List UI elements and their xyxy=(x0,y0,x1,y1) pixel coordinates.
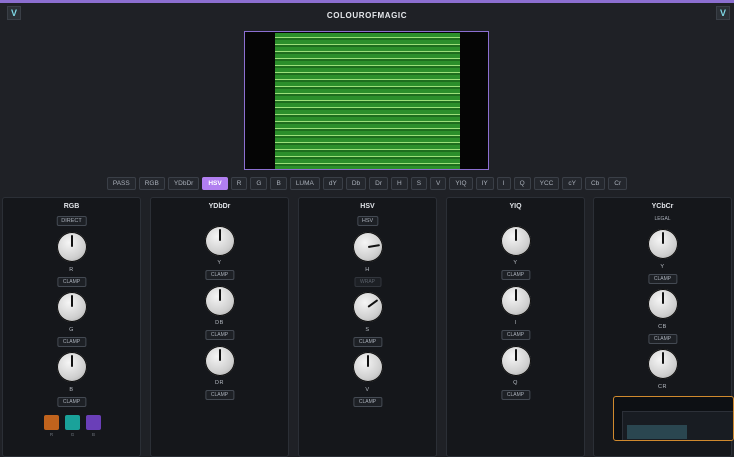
knob-label: H xyxy=(365,267,370,273)
ycbcr-range-label[interactable]: LEGAL xyxy=(594,216,731,222)
mode-button-dy[interactable]: dY xyxy=(322,177,343,190)
rgb-mode-button[interactable]: DIRECT xyxy=(56,216,87,226)
mode-button-pass[interactable]: PASS xyxy=(106,177,136,190)
knob-label: CR xyxy=(658,384,667,390)
mode-button-luma[interactable]: LUMA xyxy=(289,177,320,190)
mode-button-ydbdr[interactable]: YDbDr xyxy=(167,177,200,190)
panel-title: RGB xyxy=(63,203,80,210)
mode-button-v[interactable]: V xyxy=(430,177,447,190)
mode-button-yiq[interactable]: YIQ xyxy=(449,177,473,190)
mode-button-iy[interactable]: IY xyxy=(475,177,494,190)
mode-button-cb[interactable]: Cb xyxy=(584,177,606,190)
mode-button-i[interactable]: I xyxy=(496,177,511,190)
swatch-label: B xyxy=(91,432,95,437)
mode-button-dr[interactable]: Dr xyxy=(369,177,388,190)
window-top-accent xyxy=(0,0,734,3)
y-clamp-button[interactable]: CLAMP xyxy=(204,270,235,280)
panel-title: HSV xyxy=(360,203,375,210)
r-knob[interactable] xyxy=(56,232,87,262)
h-wrap-button[interactable]: WRAP xyxy=(354,277,381,287)
knob-label: DB xyxy=(215,320,224,326)
y-knob[interactable] xyxy=(500,226,531,256)
mode-selector: PASS RGB YDbDr HSV R G B LUMA dY Db Dr H… xyxy=(0,177,734,190)
mode-button-b[interactable]: B xyxy=(270,177,287,190)
b-knob[interactable] xyxy=(56,352,87,382)
y-knob[interactable] xyxy=(204,226,235,256)
b-color-swatch[interactable] xyxy=(86,415,101,430)
knob-label: V xyxy=(365,387,370,393)
mode-button-cy[interactable]: cY xyxy=(562,177,582,190)
knob-label: R xyxy=(69,267,74,273)
ydbdr-panel: YDbDr Y CLAMP DB CLAMP DR CLAMP xyxy=(150,197,289,457)
y-knob[interactable] xyxy=(647,229,678,259)
knob-label: Y xyxy=(513,260,518,266)
cb-clamp-button[interactable]: CLAMP xyxy=(647,334,678,344)
s-knob[interactable] xyxy=(352,292,383,322)
swatch-label: G xyxy=(70,432,75,437)
q-knob[interactable] xyxy=(500,346,531,376)
r-clamp-button[interactable]: CLAMP xyxy=(56,277,87,287)
mode-button-db[interactable]: Db xyxy=(345,177,367,190)
mode-button-s[interactable]: S xyxy=(410,177,428,190)
panel-title: YCbCr xyxy=(651,203,674,210)
cb-knob[interactable] xyxy=(647,289,678,319)
knob-label: G xyxy=(69,327,74,333)
swatch-label: R xyxy=(49,432,54,437)
knob-label: DR xyxy=(215,380,224,386)
i-clamp-button[interactable]: CLAMP xyxy=(500,330,531,340)
mode-button-cr[interactable]: Cr xyxy=(608,177,628,190)
app-title: COLOUROFMAGIC xyxy=(326,11,408,20)
g-knob[interactable] xyxy=(56,292,87,322)
overlay-window[interactable] xyxy=(613,396,734,441)
preview-image xyxy=(275,33,460,169)
video-preview xyxy=(244,31,489,170)
mode-button-h[interactable]: H xyxy=(391,177,408,190)
cr-knob[interactable] xyxy=(647,349,678,379)
hsv-mode-button[interactable]: HSV xyxy=(356,216,379,226)
i-knob[interactable] xyxy=(500,286,531,316)
overlay-content xyxy=(622,411,733,440)
knob-label: Y xyxy=(217,260,222,266)
knob-label: Q xyxy=(513,380,518,386)
overlay-thumbnail xyxy=(627,425,687,439)
mode-button-ycc[interactable]: YCC xyxy=(533,177,560,190)
q-clamp-button[interactable]: CLAMP xyxy=(500,390,531,400)
yiq-panel: YIQ Y CLAMP I CLAMP Q CLAMP xyxy=(446,197,585,457)
v-clamp-button[interactable]: CLAMP xyxy=(352,397,383,407)
g-color-swatch[interactable] xyxy=(65,415,80,430)
g-clamp-button[interactable]: CLAMP xyxy=(56,337,87,347)
y-clamp-button[interactable]: CLAMP xyxy=(500,270,531,280)
dr-knob[interactable] xyxy=(204,346,235,376)
db-knob[interactable] xyxy=(204,286,235,316)
mode-button-hsv[interactable]: HSV xyxy=(202,177,228,190)
v-knob[interactable] xyxy=(352,352,383,382)
rgb-panel: RGB DIRECT R CLAMP G CLAMP B CLAMP R G B xyxy=(2,197,141,457)
dr-clamp-button[interactable]: CLAMP xyxy=(204,390,235,400)
knob-label: CB xyxy=(658,324,667,330)
knob-label: S xyxy=(365,327,370,333)
mode-button-g[interactable]: G xyxy=(250,177,268,190)
panel-title: YDbDr xyxy=(208,203,231,210)
s-clamp-button[interactable]: CLAMP xyxy=(352,337,383,347)
db-clamp-button[interactable]: CLAMP xyxy=(204,330,235,340)
b-clamp-button[interactable]: CLAMP xyxy=(56,397,87,407)
mode-button-r[interactable]: R xyxy=(230,177,248,190)
knob-label: Y xyxy=(660,264,665,270)
hsv-panel: HSV HSV H WRAP S CLAMP V CLAMP xyxy=(298,197,437,457)
knob-label: I xyxy=(514,320,517,326)
r-color-swatch[interactable] xyxy=(44,415,59,430)
knob-label: B xyxy=(69,387,74,393)
y-clamp-button[interactable]: CLAMP xyxy=(647,274,678,284)
mode-button-rgb[interactable]: RGB xyxy=(138,177,165,190)
panel-title: YIQ xyxy=(509,203,522,210)
mode-button-q[interactable]: Q xyxy=(513,177,531,190)
h-knob[interactable] xyxy=(352,232,383,262)
